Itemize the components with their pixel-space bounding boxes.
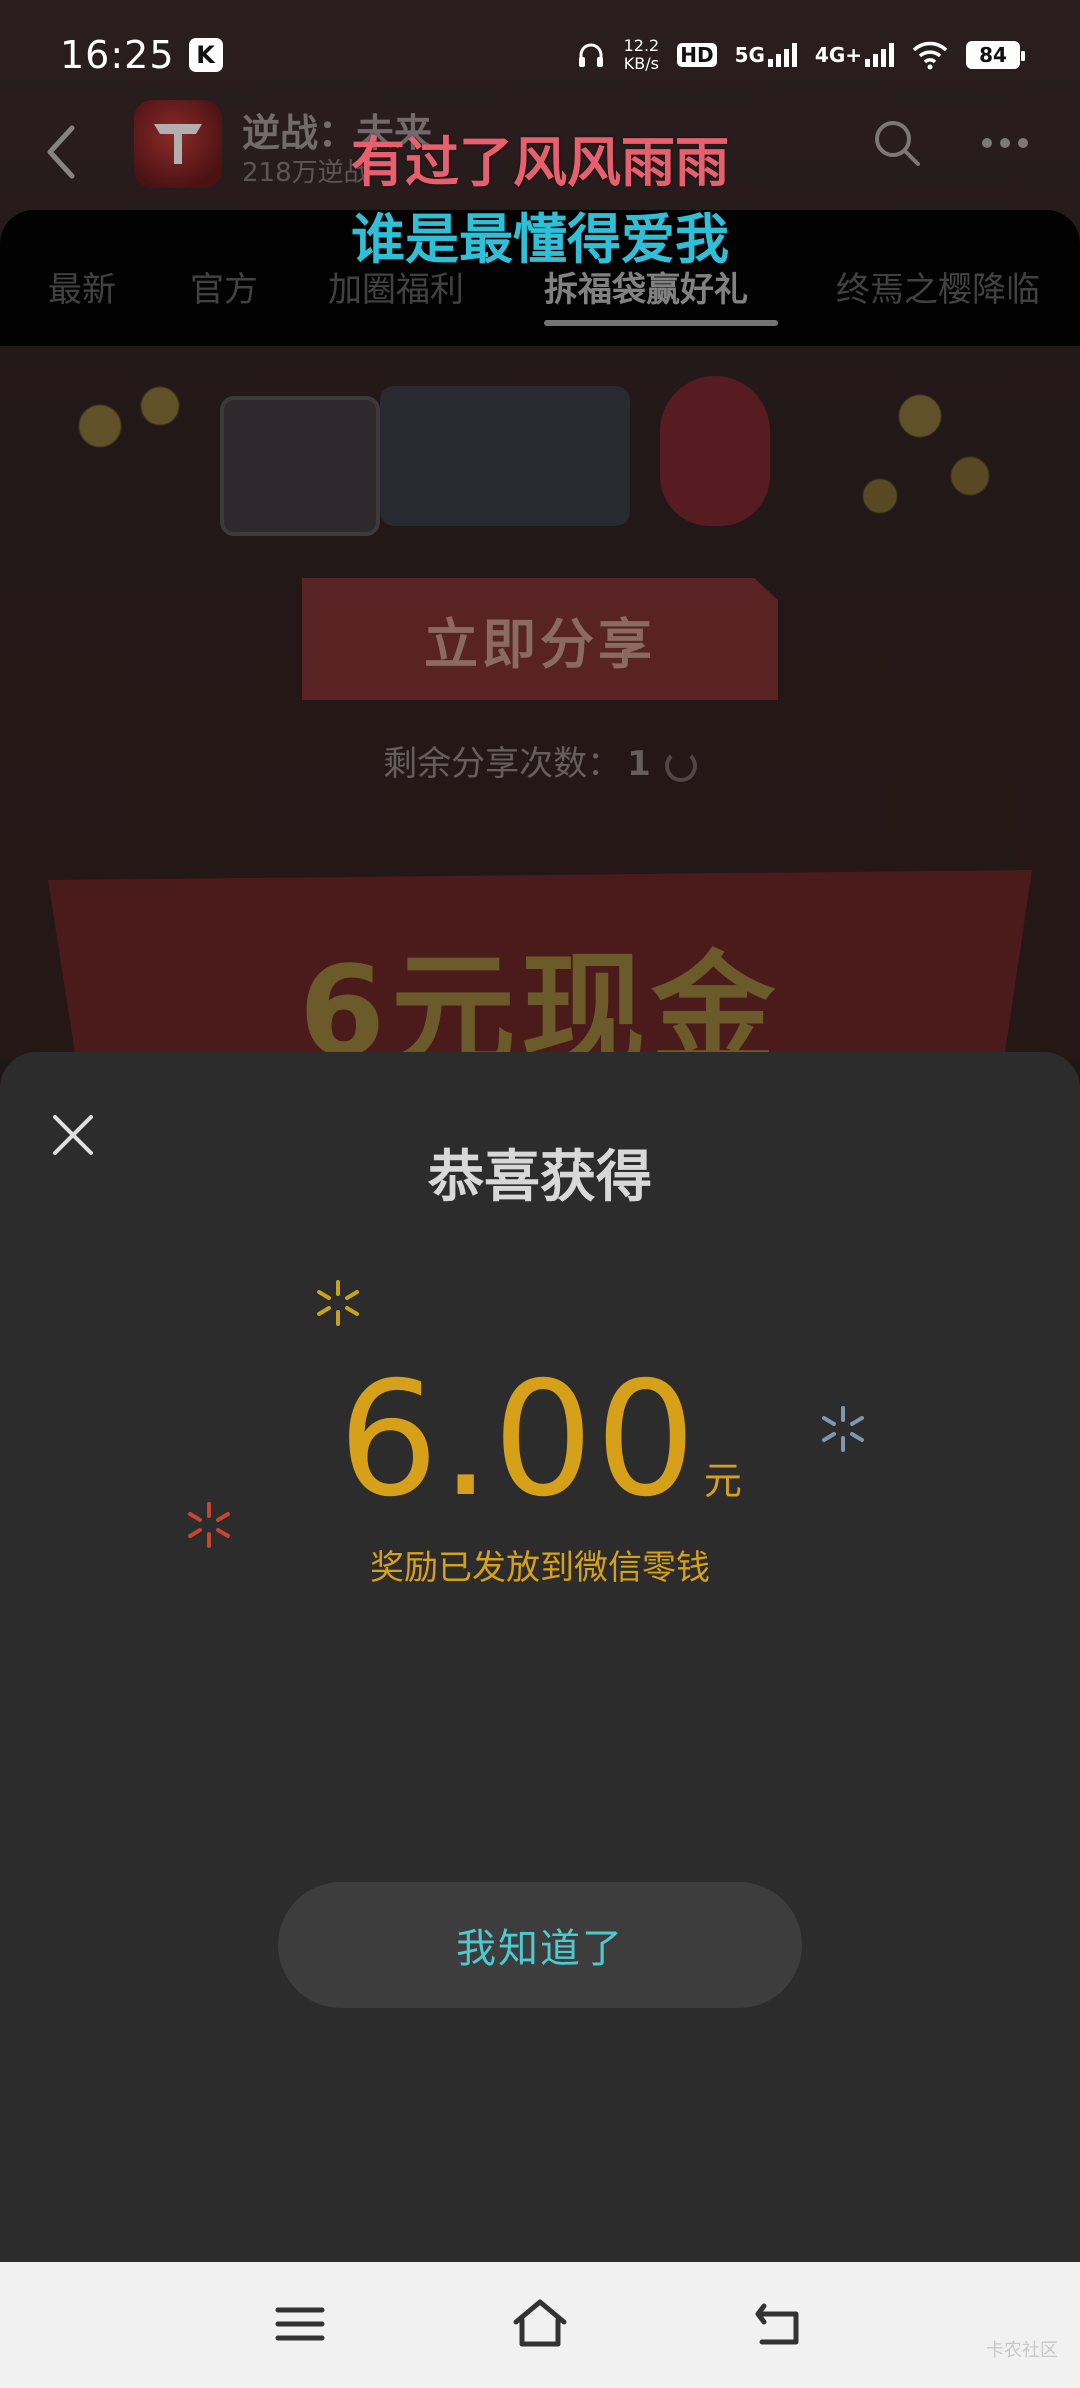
reward-modal: 恭喜获得 6.00 元 奖励已发放到微信零钱 我知道了 [0, 1052, 1080, 2262]
gaming-mouse-image [660, 376, 770, 526]
supply-box-image [380, 386, 630, 526]
cash-banner: 6元现金 [48, 870, 1032, 1070]
sparkle-icon [317, 1280, 359, 1326]
status-indicators: 12.2 KB/s HD 5G 4G+ 84 [576, 37, 1025, 73]
home-icon[interactable] [510, 2296, 570, 2352]
tab-active-indicator [544, 320, 778, 326]
modal-title: 恭喜获得 [428, 1145, 652, 1210]
back-arrow-icon[interactable] [750, 2296, 810, 2352]
lyrics-line-2: 谁是最懂得爱我 [351, 208, 729, 271]
reward-amount-row: 6.00 元 [0, 1348, 1080, 1532]
status-bar: 16:25 K 12.2 KB/s HD 5G 4G+ 84 [0, 0, 1080, 110]
signal-bars-icon [865, 43, 894, 67]
prize-banner-image [40, 346, 1040, 546]
share-remaining-count: 1 [627, 744, 651, 784]
network-5g-label: 5G [734, 43, 765, 67]
net-speed-value: 12.2 [623, 36, 660, 55]
signal-bars-icon [767, 43, 797, 67]
net-speed: 12.2 KB/s [624, 37, 660, 73]
signal-5g: 5G [735, 43, 797, 67]
battery-icon: 84 [966, 41, 1025, 69]
got-it-button[interactable]: 我知道了 [278, 1882, 802, 2008]
signal-4g: 4G+ [815, 43, 894, 67]
network-4g-label: 4G+ [814, 43, 862, 67]
status-time: 16:25 [60, 33, 175, 77]
reward-unit: 元 [703, 1459, 742, 1503]
share-remaining: 剩余分享次数： 1 [0, 736, 1080, 785]
net-speed-unit: KB/s [623, 54, 659, 73]
wifi-icon [912, 41, 948, 70]
loading-icon [664, 749, 697, 782]
menu-icon[interactable] [270, 2296, 330, 2352]
watermark: 卡农社区 [986, 2340, 1058, 2361]
share-remaining-label: 剩余分享次数： [383, 744, 622, 784]
reward-amount: 6.00 [338, 1348, 698, 1532]
app-badge-icon: K [188, 38, 223, 72]
hd-label: HD [677, 43, 717, 67]
reward-note: 奖励已发放到微信零钱 [370, 1548, 710, 1588]
system-nav-bar: 卡农社区 [0, 2262, 1080, 2388]
lyrics-line-1: 有过了风风雨雨 [351, 131, 729, 194]
headphone-icon [578, 43, 603, 67]
weapon-crate-image [220, 396, 380, 536]
share-now-button[interactable]: 立即分享 [302, 578, 778, 700]
